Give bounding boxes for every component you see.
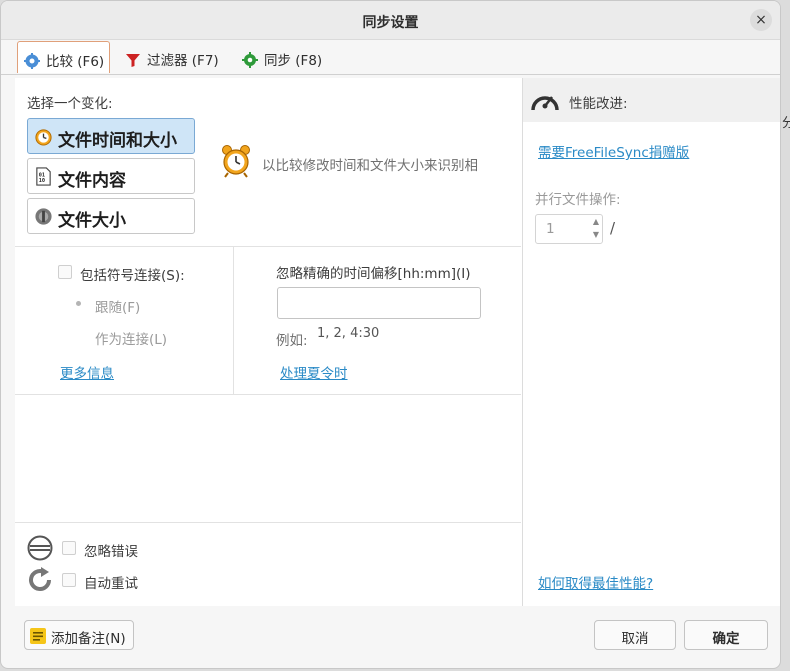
ok-button[interactable]: 确定 <box>684 620 768 650</box>
variant-content-button[interactable]: 01 10 文件内容 <box>27 158 195 194</box>
example-value: 1, 2, 4:30 <box>317 326 380 341</box>
sync-gear-icon <box>242 52 258 68</box>
divider <box>15 522 521 523</box>
ignore-errors-checkbox[interactable] <box>62 541 76 555</box>
tab-filter[interactable]: 过滤器 (F7) <box>119 41 231 73</box>
as-link-label: 作为连接(L) <box>95 332 168 348</box>
cancel-button[interactable]: 取消 <box>594 620 676 650</box>
time-shift-label: 忽略精确的时间偏移[hh:mm](I) <box>276 266 471 282</box>
filter-funnel-icon <box>126 54 140 67</box>
auto-retry-label: 自动重试 <box>84 576 138 592</box>
example-label: 例如: <box>276 333 308 349</box>
binary-file-icon: 01 10 <box>36 167 51 186</box>
follow-radio[interactable] <box>76 301 81 306</box>
clock-icon <box>35 129 52 146</box>
variant-size-label: 文件大小 <box>58 211 126 231</box>
tab-sync-label: 同步 (F8) <box>264 53 323 69</box>
performance-header: 性能改进: <box>523 78 780 122</box>
include-symlinks-checkbox[interactable] <box>58 265 72 279</box>
add-note-label: 添加备注(N) <box>51 631 126 647</box>
parallel-ops-value: 1 <box>546 221 555 237</box>
tab-bar: 比较 (F6) 过滤器 (F7) 同步 (F8) <box>1 39 780 75</box>
tab-content: 选择一个变化: 文件时间和大小 01 10 文件内容 文件大小 以比较修改时间和… <box>15 78 780 606</box>
ignore-errors-icon <box>27 535 53 561</box>
performance-panel: 性能改进: 需要FreeFileSync捐赠版 并行文件操作: 1 ▲ ▼ / … <box>522 78 780 606</box>
variant-time-size-button[interactable]: 文件时间和大小 <box>27 118 195 154</box>
close-button[interactable]: × <box>750 9 772 31</box>
divider <box>15 394 521 395</box>
donation-edition-link[interactable]: 需要FreeFileSync捐赠版 <box>538 141 689 161</box>
variant-description: 以比较修改时间和文件大小来识别相 <box>262 158 478 174</box>
parallel-ops-label: 并行文件操作: <box>535 192 621 208</box>
variant-time-size-label: 文件时间和大小 <box>58 131 177 151</box>
window-title: 同步设置 <box>362 15 419 31</box>
time-shift-input[interactable] <box>277 287 481 319</box>
dst-link[interactable]: 处理夏令时 <box>280 362 348 382</box>
tab-compare[interactable]: 比较 (F6) <box>17 41 110 73</box>
tab-sync[interactable]: 同步 (F8) <box>236 41 331 73</box>
include-symlinks-label: 包括符号连接(S): <box>80 268 185 284</box>
follow-label: 跟随(F) <box>95 300 141 316</box>
add-note-button[interactable]: 添加备注(N) <box>24 620 134 650</box>
divider <box>15 246 521 247</box>
parallel-ops-spinner[interactable]: 1 ▲ ▼ <box>535 214 603 244</box>
parallel-ops-separator: / <box>610 219 616 237</box>
tab-divider <box>1 74 780 75</box>
file-size-icon <box>35 208 52 225</box>
spin-up-icon[interactable]: ▲ <box>593 217 599 226</box>
tab-filter-label: 过滤器 (F7) <box>147 53 219 69</box>
title-bar: 同步设置 × <box>1 1 780 40</box>
background-edge-text: 分 <box>782 116 790 131</box>
alarm-clock-icon <box>222 145 250 178</box>
divider-vertical <box>233 246 234 394</box>
more-info-link[interactable]: 更多信息 <box>60 362 114 382</box>
variant-size-button[interactable]: 文件大小 <box>27 198 195 234</box>
variant-content-label: 文件内容 <box>58 171 126 191</box>
choose-variant-label: 选择一个变化: <box>27 96 113 112</box>
tab-compare-label: 比较 (F6) <box>46 54 105 70</box>
performance-header-label: 性能改进: <box>569 96 628 112</box>
svg-text:10: 10 <box>39 178 45 184</box>
compare-panel: 选择一个变化: 文件时间和大小 01 10 文件内容 文件大小 以比较修改时间和… <box>15 78 521 606</box>
ignore-errors-label: 忽略错误 <box>84 544 138 560</box>
speedometer-icon <box>531 96 559 111</box>
gear-icon <box>24 53 40 69</box>
sync-settings-dialog: 同步设置 × 比较 (F6) 过滤器 (F7) 同步 (F8) 选择一个变化: … <box>0 0 781 669</box>
auto-retry-checkbox[interactable] <box>62 573 76 587</box>
spin-down-icon[interactable]: ▼ <box>593 230 599 239</box>
note-icon <box>30 628 46 644</box>
auto-retry-icon <box>29 567 51 591</box>
best-performance-link[interactable]: 如何取得最佳性能? <box>538 572 653 592</box>
